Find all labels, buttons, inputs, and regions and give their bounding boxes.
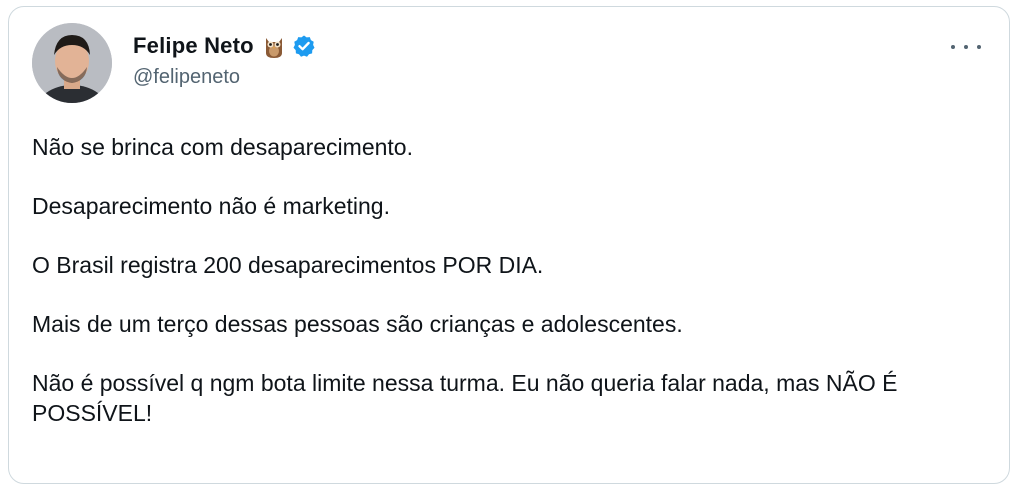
tweet-paragraph: Não se brinca com desaparecimento. bbox=[32, 134, 413, 160]
author-handle[interactable]: @felipeneto bbox=[133, 66, 316, 89]
tweet-text: Não se brinca com desaparecimento. Desap… bbox=[32, 132, 992, 457]
tweet-paragraph: Desaparecimento não é marketing. bbox=[32, 193, 390, 219]
tweet-paragraph: Não é possível q ngm bota limite nessa t… bbox=[32, 370, 898, 426]
tweet-paragraph: Mais de um terço dessas pessoas são cria… bbox=[32, 311, 683, 337]
tweet-paragraph: O Brasil registra 200 desaparecimentos P… bbox=[32, 252, 544, 278]
verified-badge-icon[interactable] bbox=[292, 34, 316, 58]
more-options-icon-dot bbox=[977, 45, 981, 49]
display-name[interactable]: Felipe Neto bbox=[133, 33, 254, 59]
more-options-icon-dot bbox=[964, 45, 968, 49]
tweet-card: Felipe Neto @felipeneto Não se brinca co… bbox=[8, 6, 1010, 484]
avatar[interactable] bbox=[32, 23, 112, 103]
more-options-button[interactable] bbox=[951, 37, 981, 57]
avatar-image bbox=[32, 23, 112, 103]
more-options-icon bbox=[951, 45, 955, 49]
name-row: Felipe Neto bbox=[133, 30, 316, 62]
author-block: Felipe Neto @felipeneto bbox=[133, 30, 316, 89]
owl-icon bbox=[263, 33, 285, 59]
